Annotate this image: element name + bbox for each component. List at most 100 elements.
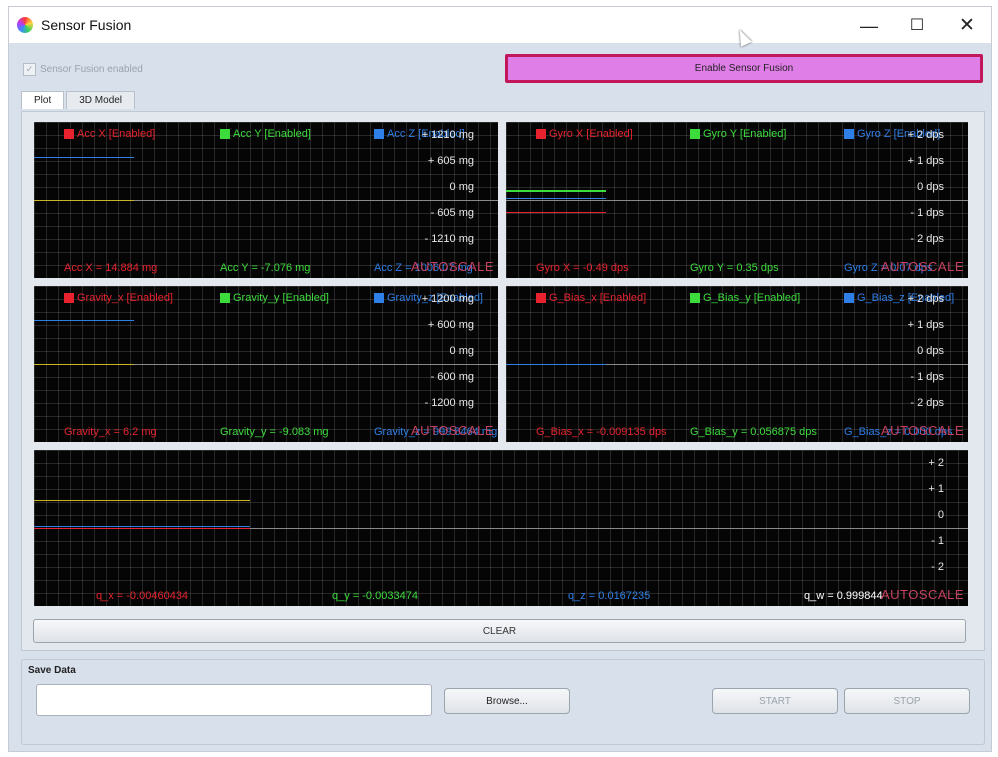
legend-gyro-y[interactable]: Gyro Y [Enabled] (690, 128, 786, 140)
quaternion-plot: + 2 + 1 0 - 1 - 2 q_x = -0.00460434 q_y … (34, 450, 968, 606)
readout-acc-y: Acc Y = -7.076 mg (220, 262, 311, 274)
gravity-z-trace (34, 320, 134, 321)
save-data-group: Save Data Browse... START STOP (21, 659, 985, 745)
close-icon[interactable]: ✕ (947, 13, 987, 39)
acc-z-trace (34, 157, 134, 158)
legend-swatch-x (536, 129, 546, 139)
readout-gbias-x: G_Bias_x = -0.009135 dps (536, 426, 667, 438)
save-path-input[interactable] (36, 684, 432, 716)
start-button[interactable]: START (712, 688, 838, 714)
axis-tick: 0 (937, 509, 944, 521)
gravity-plot: Gravity_x [Enabled] Gravity_y [Enabled] … (34, 286, 498, 442)
legend-swatch-z (374, 293, 384, 303)
maximize-icon[interactable]: ☐ (897, 13, 937, 39)
q-x-trace (34, 528, 250, 529)
q-w-trace (34, 500, 250, 501)
axis-tick: + 2 dps (907, 129, 944, 141)
axis-tick: + 1 dps (907, 319, 944, 331)
readout-gyro-x: Gyro X = -0.49 dps (536, 262, 629, 274)
title-bar: Sensor Fusion — ☐ ✕ (9, 7, 991, 47)
browse-button[interactable]: Browse... (444, 688, 570, 714)
axis-tick: + 2 dps (907, 293, 944, 305)
gbias-trace (506, 364, 606, 365)
mouse-cursor-icon (734, 27, 752, 47)
legend-swatch-x (536, 293, 546, 303)
gyro-x-trace (506, 212, 606, 213)
readout-gyro-y: Gyro Y = 0.35 dps (690, 262, 779, 274)
axis-tick: - 1200 mg (424, 397, 474, 409)
sensor-fusion-enabled-checkbox[interactable]: ✓ Sensor Fusion enabled (23, 63, 143, 76)
autoscale-button[interactable]: AUTOSCALE (881, 423, 964, 438)
axis-tick: - 1 dps (910, 371, 944, 383)
legend-acc-y[interactable]: Acc Y [Enabled] (220, 128, 311, 140)
legend-gravity-y[interactable]: Gravity_y [Enabled] (220, 292, 329, 304)
gbias-plot: G_Bias_x [Enabled] G_Bias_y [Enabled] G_… (506, 286, 968, 442)
readout-q-z: q_z = 0.0167235 (568, 590, 651, 602)
legend-swatch-z (844, 129, 854, 139)
axis-tick: - 1 (931, 535, 944, 547)
color-wheel-icon (17, 17, 33, 33)
acc-plot: Acc X [Enabled] Acc Y [Enabled] Acc Z [E… (34, 122, 498, 278)
axis-tick: + 1 (928, 483, 944, 495)
enable-sensor-fusion-label: Enable Sensor Fusion (694, 63, 794, 74)
readout-q-w: q_w = 0.999844 (804, 590, 883, 602)
readout-gbias-y: G_Bias_y = 0.056875 dps (690, 426, 817, 438)
readout-acc-x: Acc X = 14.884 mg (64, 262, 158, 274)
legend-swatch-z (844, 293, 854, 303)
readout-gravity-x: Gravity_x = 6.2 mg (64, 426, 157, 438)
gyro-y-trace (506, 190, 606, 192)
readout-gravity-y: Gravity_y = -9.083 mg (220, 426, 329, 438)
readout-q-x: q_x = -0.00460434 (96, 590, 189, 602)
tab-plot[interactable]: Plot (21, 91, 65, 109)
legend-swatch-x (64, 293, 74, 303)
legend-swatch-z (374, 129, 384, 139)
autoscale-button[interactable]: AUTOSCALE (411, 259, 494, 274)
axis-tick: - 605 mg (430, 207, 474, 219)
legend-gravity-x[interactable]: Gravity_x [Enabled] (64, 292, 173, 304)
axis-tick: - 600 mg (430, 371, 474, 383)
readout-q-y: q_y = -0.0033474 (332, 590, 418, 602)
tab-bar: Plot 3D Model (21, 91, 137, 109)
clear-button[interactable]: CLEAR (33, 619, 966, 643)
axis-tick: + 1200 mg (421, 293, 474, 305)
sensor-fusion-window: Sensor Fusion — ☐ ✕ ✓ Sensor Fusion enab… (8, 6, 992, 752)
legend-gbias-x[interactable]: G_Bias_x [Enabled] (536, 292, 646, 304)
axis-tick: - 2 (931, 561, 944, 573)
axis-tick: + 600 mg (427, 319, 474, 331)
window-title: Sensor Fusion (41, 17, 132, 33)
autoscale-button[interactable]: AUTOSCALE (411, 423, 494, 438)
checkmark-icon: ✓ (23, 63, 36, 76)
clear-label: CLEAR (482, 625, 517, 637)
axis-tick: 0 mg (449, 345, 474, 357)
enable-sensor-fusion-button[interactable]: Enable Sensor Fusion (505, 54, 983, 83)
legend-swatch-x (64, 129, 74, 139)
gravity-xy-trace (34, 364, 134, 365)
zero-line (506, 200, 968, 201)
legend-swatch-y (220, 293, 230, 303)
plot-tab-panel: Acc X [Enabled] Acc Y [Enabled] Acc Z [E… (21, 111, 985, 651)
legend-swatch-y (220, 129, 230, 139)
tab-3d-model[interactable]: 3D Model (66, 91, 136, 109)
axis-tick: + 1210 mg (421, 129, 474, 141)
q-z-trace (34, 526, 250, 527)
autoscale-button[interactable]: AUTOSCALE (881, 259, 964, 274)
axis-tick: + 2 (928, 457, 944, 469)
minimize-icon[interactable]: — (849, 13, 889, 39)
axis-tick: - 1210 mg (424, 233, 474, 245)
autoscale-button[interactable]: AUTOSCALE (881, 587, 964, 602)
gyro-z-trace (506, 198, 606, 199)
save-data-label: Save Data (28, 665, 76, 676)
axis-tick: - 1 dps (910, 207, 944, 219)
checkbox-label: Sensor Fusion enabled (40, 64, 143, 75)
legend-gyro-x[interactable]: Gyro X [Enabled] (536, 128, 633, 140)
axis-tick: 0 dps (917, 345, 944, 357)
axis-tick: + 1 dps (907, 155, 944, 167)
axis-tick: - 2 dps (910, 397, 944, 409)
legend-swatch-y (690, 129, 700, 139)
acc-xy-trace (34, 200, 134, 201)
axis-tick: 0 mg (449, 181, 474, 193)
legend-acc-x[interactable]: Acc X [Enabled] (64, 128, 155, 140)
stop-button[interactable]: STOP (844, 688, 970, 714)
axis-tick: 0 dps (917, 181, 944, 193)
legend-gbias-y[interactable]: G_Bias_y [Enabled] (690, 292, 800, 304)
